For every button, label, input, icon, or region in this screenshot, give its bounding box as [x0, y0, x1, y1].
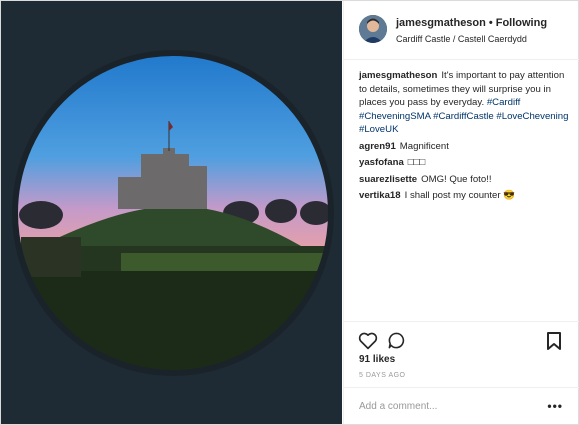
- comment-text: I shall post my counter 😎: [404, 190, 516, 201]
- location-link[interactable]: Cardiff Castle / Castell Caerdydd: [396, 34, 527, 44]
- post-details-panel: jamesgmatheson • Following Cardiff Castle …: [343, 1, 579, 424]
- post-modal: jamesgmatheson • Following Cardiff Castle …: [0, 0, 579, 425]
- add-comment-input[interactable]: Add a comment...: [359, 401, 437, 412]
- comment-username[interactable]: vertika18: [359, 190, 401, 201]
- bookmark-icon[interactable]: [547, 332, 561, 350]
- separator-dot: •: [488, 17, 493, 29]
- comment-username[interactable]: agren91: [359, 141, 396, 152]
- comment-username[interactable]: yasfofana: [359, 157, 404, 168]
- add-comment-bar: Add a comment... •••: [344, 387, 579, 425]
- more-options-icon[interactable]: •••: [547, 399, 563, 413]
- comment-item: agren91 Magnificent: [359, 140, 569, 154]
- comment-item: suarezlisette OMG! Que foto!!: [359, 173, 569, 187]
- comment-icon[interactable]: [387, 331, 406, 350]
- caption: jamesgmatheson It's important to pay atte…: [359, 69, 569, 137]
- comment-item: vertika18 I shall post my counter 😎: [359, 189, 569, 203]
- avatar[interactable]: [359, 15, 387, 43]
- comment-item: yasfofana □□□: [359, 156, 569, 170]
- comment-text: Magnificent: [399, 140, 449, 152]
- follow-status-button[interactable]: Following: [496, 17, 547, 29]
- post-timestamp[interactable]: 5 DAYS AGO: [359, 372, 406, 379]
- comment-text: □□□: [407, 157, 426, 168]
- comment-text: OMG! Que foto!!: [421, 173, 492, 185]
- avatar-image: [359, 15, 387, 43]
- header-line: jamesgmatheson • Following: [396, 17, 547, 29]
- comment-username[interactable]: jamesgmatheson: [359, 70, 437, 81]
- username-link[interactable]: jamesgmatheson: [396, 17, 486, 29]
- heart-icon[interactable]: [358, 332, 378, 350]
- post-header: jamesgmatheson • Following Cardiff Castle …: [344, 1, 579, 60]
- comments-list: jamesgmatheson It's important to pay atte…: [359, 69, 569, 206]
- castle-photo: [1, 1, 342, 424]
- post-photo[interactable]: [1, 1, 342, 424]
- likes-count[interactable]: 91 likes: [359, 354, 395, 365]
- comment-username[interactable]: suarezlisette: [359, 174, 417, 185]
